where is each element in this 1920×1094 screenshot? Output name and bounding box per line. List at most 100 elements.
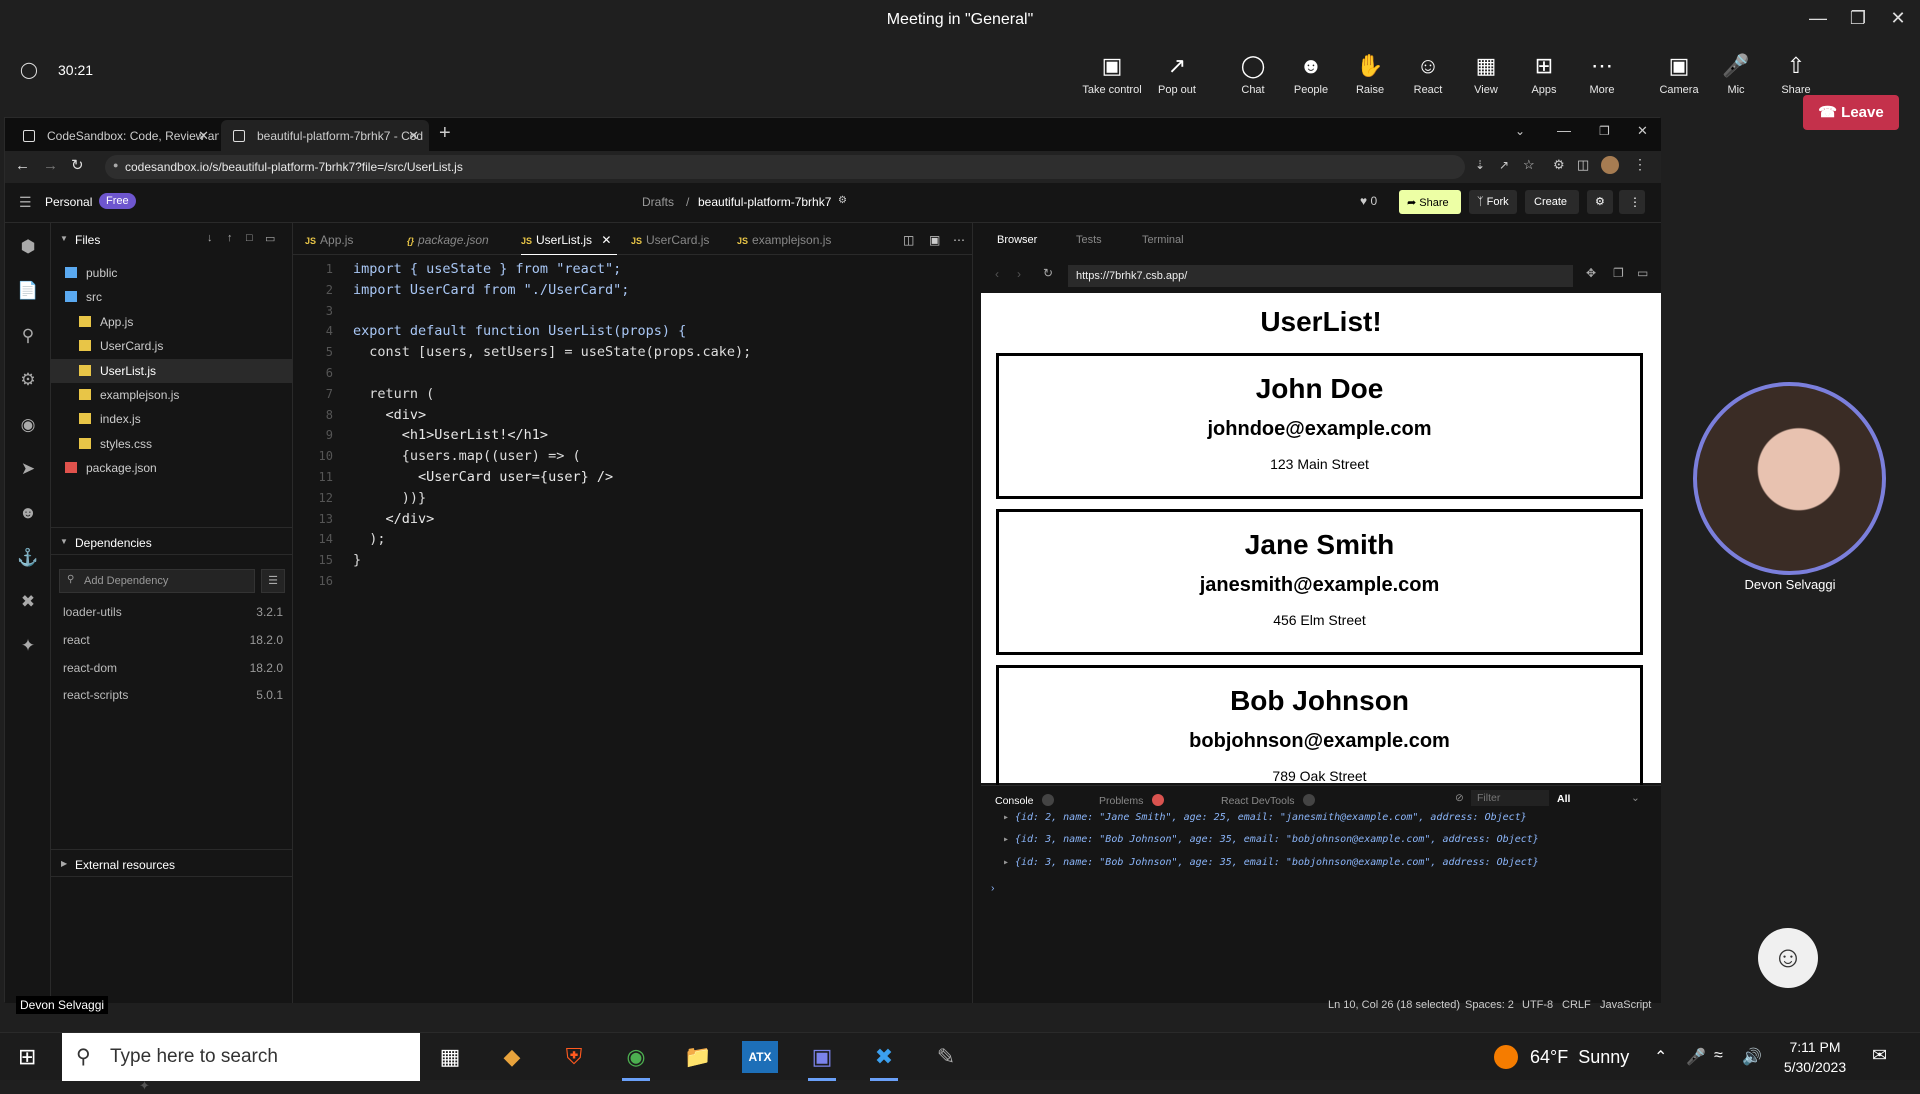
bell-icon[interactable]: ⚙ xyxy=(1587,190,1613,214)
prompt-icon[interactable]: › xyxy=(991,882,995,894)
tab-search-icon[interactable]: ⌄ xyxy=(1515,124,1525,138)
file-item[interactable]: styles.css xyxy=(51,432,293,456)
url-field[interactable]: ● codesandbox.io/s/beautiful-platform-7b… xyxy=(105,155,1465,179)
encoding[interactable]: UTF-8 xyxy=(1522,999,1553,1011)
code-line[interactable]: 4 export default function UserList(props)… xyxy=(293,323,686,344)
tab-console[interactable]: Console xyxy=(995,794,1055,807)
profile-avatar[interactable] xyxy=(1601,156,1619,174)
paint-icon[interactable]: ✎ xyxy=(928,1041,964,1073)
dependencies-section-header[interactable]: ▼ Dependencies xyxy=(51,527,293,555)
dependency-item[interactable]: react-scripts 5.0.1 xyxy=(63,688,283,702)
vscode-icon[interactable]: ✖ xyxy=(17,592,39,612)
clock-date[interactable]: 5/30/2023 xyxy=(1780,1059,1850,1075)
users-icon[interactable]: ☻ xyxy=(17,503,39,523)
code-line[interactable]: 11 <UserCard user={user} /> xyxy=(293,469,614,490)
forward-icon[interactable]: › xyxy=(1017,267,1021,281)
console-log-entry[interactable]: ▸ {id: 3, name: "Bob Johnson", age: 35, e… xyxy=(1003,857,1539,868)
volume-icon[interactable]: 🔊 xyxy=(1742,1047,1762,1067)
expand-triangle-icon[interactable]: ▸ xyxy=(1003,834,1009,845)
file-explorer-icon[interactable]: 📁 xyxy=(680,1041,716,1073)
task-view-icon[interactable]: ▦ xyxy=(432,1041,468,1073)
chrome-icon[interactable]: ◉ xyxy=(618,1041,654,1081)
indent-setting[interactable]: Spaces: 2 xyxy=(1465,999,1514,1011)
open-window-icon[interactable]: ▭ xyxy=(1637,266,1648,280)
chevron-up-icon[interactable]: ⌃ xyxy=(1654,1047,1667,1067)
add-dependency-input[interactable]: ⚲ Add Dependency xyxy=(59,569,255,593)
code-line[interactable]: 16 xyxy=(293,573,353,594)
cube-icon[interactable]: ⬢ xyxy=(17,237,39,257)
project-name[interactable]: beautiful-platform-7brhk7 xyxy=(698,195,831,209)
minimize-icon[interactable]: — xyxy=(1804,8,1832,29)
back-icon[interactable]: ‹ xyxy=(995,267,999,281)
close-tab-icon[interactable]: ✕ xyxy=(408,128,419,144)
vscode-icon[interactable]: ✖ xyxy=(866,1041,902,1081)
github-icon[interactable]: ◉ xyxy=(17,415,39,435)
close-icon[interactable]: ✕ xyxy=(1637,123,1648,139)
file-item[interactable]: public xyxy=(51,261,293,285)
code-line[interactable]: 14 ); xyxy=(293,531,386,552)
chrome-menu-icon[interactable]: ⋮ xyxy=(1633,156,1647,173)
bookmark-star-icon[interactable]: ☆ xyxy=(1523,157,1535,173)
gear-icon[interactable]: ⚙ xyxy=(17,370,39,390)
code-line[interactable]: 10 {users.map((user) => ( xyxy=(293,448,581,469)
atx-icon[interactable]: ATX xyxy=(742,1041,778,1073)
restore-icon[interactable]: ❐ xyxy=(1844,8,1872,29)
notifications-icon[interactable]: ✉ xyxy=(1872,1045,1887,1066)
preview-url-field[interactable]: https://7brhk7.csb.app/ xyxy=(1068,265,1573,287)
split-editor-icon[interactable]: ◫ xyxy=(903,223,914,255)
tab-browser[interactable]: Browser xyxy=(997,234,1037,246)
sidepanel-icon[interactable]: ◫ xyxy=(1577,157,1589,173)
tab-package-json[interactable]: {} package.json xyxy=(407,223,489,255)
line-ending[interactable]: CRLF xyxy=(1562,999,1591,1011)
leave-button[interactable]: ☎ Leave xyxy=(1803,95,1899,130)
code-line[interactable]: 2 import UserCard from "./UserCard"; xyxy=(293,282,630,303)
new-file-icon[interactable]: □ xyxy=(246,232,253,244)
code-line[interactable]: 13 </div> xyxy=(293,511,435,532)
wifi-icon[interactable]: ≈ xyxy=(1714,1047,1723,1065)
code-line[interactable]: 7 return ( xyxy=(293,386,435,407)
share-page-icon[interactable]: ↗ xyxy=(1499,158,1509,172)
more-icon[interactable]: ⋯ xyxy=(953,223,965,255)
taskbar-search[interactable]: ⚲ Type here to search xyxy=(62,1033,420,1081)
apps-button[interactable]: ⊞ Apps xyxy=(1512,52,1576,96)
search-icon[interactable]: ⚲ xyxy=(17,326,39,346)
close-icon[interactable]: ✕ xyxy=(1884,8,1912,29)
console-filter-input[interactable]: Filter xyxy=(1471,790,1549,806)
file-item[interactable]: UserList.js xyxy=(51,358,293,383)
devtools-icon[interactable]: ✥ xyxy=(1586,266,1596,280)
tab-userlist-js[interactable]: JS UserList.js ✕ xyxy=(521,223,617,255)
share-button[interactable]: ➦ Share xyxy=(1399,190,1461,214)
upload-icon[interactable]: ↑ xyxy=(227,232,233,244)
sort-down-icon[interactable]: ↓ xyxy=(207,232,213,244)
tab-examplejson-js[interactable]: JS examplejson.js xyxy=(737,223,831,255)
more-options-icon[interactable]: ⋮ xyxy=(1619,190,1645,214)
dependency-item[interactable]: loader-utils 3.2.1 xyxy=(63,605,283,619)
browser-tab-project[interactable]: beautiful-platform-7brhk7 - Cod ✕ xyxy=(221,120,429,151)
file-item[interactable]: index.js xyxy=(51,407,293,431)
close-tab-icon[interactable]: ✕ xyxy=(198,128,209,144)
clock-time[interactable]: 7:11 PM xyxy=(1780,1039,1850,1055)
dependency-item[interactable]: react-dom 18.2.0 xyxy=(63,661,283,675)
install-icon[interactable]: ⇣ xyxy=(1475,158,1485,172)
reload-icon[interactable]: ↻ xyxy=(1043,266,1053,280)
extensions-icon[interactable]: ⚙ xyxy=(1553,157,1565,173)
cursor-position[interactable]: Ln 10, Col 26 (18 selected) xyxy=(1328,999,1460,1011)
share-button[interactable]: ⇧ Share xyxy=(1764,52,1828,96)
console-log-entry[interactable]: ▸ {id: 3, name: "Bob Johnson", age: 35, e… xyxy=(1003,834,1539,845)
close-tab-icon[interactable]: ✕ xyxy=(601,233,611,247)
files-section-header[interactable]: ▼ Files ↓ ↑ □ ▭ xyxy=(51,225,293,253)
file-item[interactable]: package.json xyxy=(51,456,293,480)
code-line[interactable]: 6 xyxy=(293,365,353,386)
more-button[interactable]: ⋯ More xyxy=(1570,52,1634,96)
code-line[interactable]: 8 <div> xyxy=(293,407,426,428)
dependency-item[interactable]: react 18.2.0 xyxy=(63,633,283,647)
external-resources-header[interactable]: ▶ External resources xyxy=(51,849,293,877)
mic-icon[interactable]: 🎤 xyxy=(1686,1047,1706,1067)
tab-tests[interactable]: Tests xyxy=(1076,234,1102,246)
console-log-entry[interactable]: ▸ {id: 2, name: "Jane Smith", age: 25, em… xyxy=(1003,812,1527,823)
copy-icon[interactable]: ❐ xyxy=(1613,266,1624,280)
rocket-icon[interactable]: ➤ xyxy=(17,459,39,479)
browser-tab-codesandbox[interactable]: CodeSandbox: Code, Review and ✕ xyxy=(11,120,219,151)
files-icon[interactable]: 📄 xyxy=(17,281,39,301)
language-mode[interactable]: JavaScript xyxy=(1600,999,1651,1011)
